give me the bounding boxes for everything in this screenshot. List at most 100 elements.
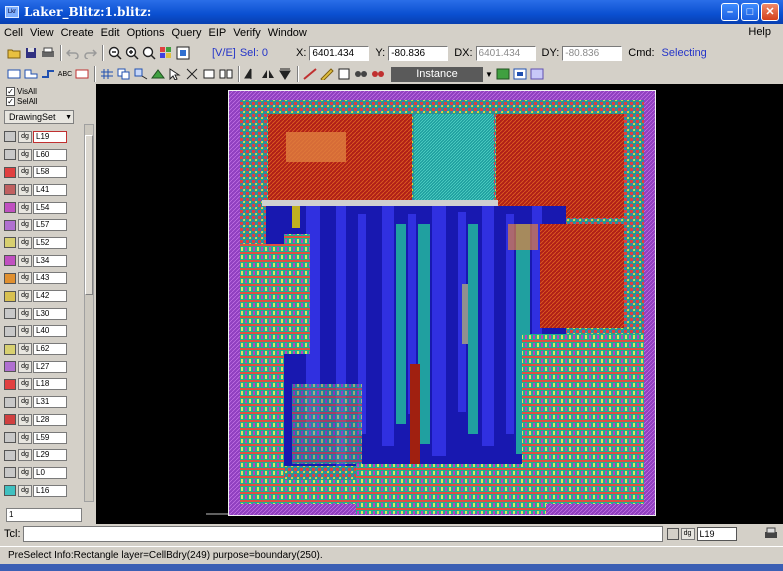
merge-icon[interactable] (201, 66, 217, 82)
layer-color-swatch[interactable] (4, 361, 16, 373)
layer-row[interactable]: dg L31 (4, 393, 82, 411)
layer-row[interactable]: dg L18 (4, 376, 82, 394)
layer-name[interactable]: L0 (33, 466, 67, 479)
layer-dg-button[interactable]: dg (18, 183, 32, 196)
layer-color-swatch[interactable] (4, 290, 16, 302)
layer-row[interactable]: dg L41 (4, 181, 82, 199)
rectangle-tool-icon[interactable] (6, 66, 22, 82)
layer-row[interactable]: dg L42 (4, 287, 82, 305)
grid-icon[interactable] (99, 66, 115, 82)
save-icon[interactable] (23, 45, 39, 61)
pin-tool-icon[interactable] (74, 66, 90, 82)
descend-icon[interactable] (512, 66, 528, 82)
layer-dg-button[interactable]: dg (18, 378, 32, 391)
layer-color-swatch[interactable] (4, 149, 16, 161)
layer-name[interactable]: L40 (33, 325, 67, 338)
layer-row[interactable]: dg L59 (4, 429, 82, 447)
layer-color-swatch[interactable] (4, 432, 16, 444)
flip-vertical-icon[interactable] (277, 66, 293, 82)
layer-color-swatch[interactable] (4, 202, 16, 214)
layer-row[interactable]: dg L54 (4, 199, 82, 217)
layer-color-swatch[interactable] (4, 414, 16, 426)
menu-help[interactable]: Help (748, 26, 771, 38)
selall-checkbox[interactable]: ✓ (6, 96, 15, 106)
layer-dg-button[interactable]: dg (18, 449, 32, 462)
layout-canvas[interactable] (96, 84, 783, 524)
close-button[interactable]: ✕ (761, 3, 779, 21)
chevron-down-icon[interactable]: ▼ (483, 66, 495, 82)
layer-color-swatch[interactable] (4, 219, 16, 231)
layer-color-swatch[interactable] (4, 184, 16, 196)
layer-dg-button[interactable]: dg (18, 130, 32, 143)
drawingset-dropdown[interactable]: DrawingSet ▼ (4, 110, 74, 124)
selall-row[interactable]: ✓ SelAll (6, 96, 86, 106)
maximize-button[interactable]: □ (741, 3, 759, 21)
layer-color-swatch[interactable] (4, 131, 16, 143)
layer-dg-button[interactable]: dg (18, 272, 32, 285)
layer-dg-button[interactable]: dg (18, 360, 32, 373)
find-next-icon[interactable] (370, 66, 386, 82)
layer-dg-button[interactable]: dg (18, 325, 32, 338)
layer-dg-button[interactable]: dg (18, 413, 32, 426)
clipboard-icon[interactable] (336, 66, 352, 82)
layer-name[interactable]: L30 (33, 307, 67, 320)
layer-dg-button[interactable]: dg (18, 396, 32, 409)
layer-name[interactable]: L28 (33, 413, 67, 426)
hierarchy-icon[interactable] (495, 66, 511, 82)
layer-name[interactable]: L62 (33, 343, 67, 356)
layer-row[interactable]: dg L43 (4, 270, 82, 288)
copy-icon[interactable] (116, 66, 132, 82)
current-layer-field[interactable]: L19 (696, 527, 737, 541)
layer-color-swatch[interactable] (4, 325, 16, 337)
minimize-button[interactable]: – (721, 3, 739, 21)
print-icon[interactable] (40, 45, 56, 61)
measure-icon[interactable] (302, 66, 318, 82)
layer-name[interactable]: L16 (33, 484, 67, 497)
layer-row[interactable]: dg L16 (4, 482, 82, 500)
layer-color-swatch[interactable] (4, 485, 16, 497)
menu-view[interactable]: View (30, 27, 54, 39)
layer-row[interactable]: dg L0 (4, 464, 82, 482)
menu-cell[interactable]: Cell (4, 27, 23, 39)
stretch-icon[interactable] (150, 66, 166, 82)
path-tool-icon[interactable] (40, 66, 56, 82)
layer-dg-button[interactable]: dg (18, 466, 32, 479)
layer-dg-button[interactable]: dg (18, 431, 32, 444)
zoom-in-icon[interactable] (124, 45, 140, 61)
ascend-icon[interactable] (529, 66, 545, 82)
split-icon[interactable] (218, 66, 234, 82)
text-tool-icon[interactable]: ABC (57, 66, 73, 82)
layer-dg-button[interactable]: dg (18, 343, 32, 356)
tcl-command-input[interactable] (22, 526, 663, 542)
layer-name[interactable]: L54 (33, 201, 67, 214)
layer-color-swatch[interactable] (4, 396, 16, 408)
move-icon[interactable] (133, 66, 149, 82)
layer-row[interactable]: dg L30 (4, 305, 82, 323)
scrollbar-thumb[interactable] (85, 135, 93, 295)
layers-icon[interactable] (158, 45, 174, 61)
open-folder-icon[interactable] (6, 45, 22, 61)
menu-create[interactable]: Create (61, 27, 94, 39)
layer-name[interactable]: L18 (33, 378, 67, 391)
visall-checkbox[interactable]: ✓ (6, 86, 15, 96)
layer-name[interactable]: L59 (33, 431, 67, 444)
layer-color-swatch[interactable] (4, 467, 16, 479)
layer-color-swatch[interactable] (4, 166, 16, 178)
menu-options[interactable]: Options (127, 27, 165, 39)
layer-name[interactable]: L43 (33, 272, 67, 285)
layer-row[interactable]: dg L29 (4, 446, 82, 464)
printer-icon[interactable] (763, 526, 779, 542)
layer-row[interactable]: dg L28 (4, 411, 82, 429)
cut-icon[interactable] (184, 66, 200, 82)
layer-row[interactable]: dg L34 (4, 252, 82, 270)
layer-row[interactable]: dg L58 (4, 163, 82, 181)
layer-color-swatch[interactable] (4, 272, 16, 284)
layer-scrollbar[interactable] (84, 124, 94, 502)
x-coordinate-field[interactable]: 6401.434 (309, 45, 370, 61)
layer-dg-button[interactable]: dg (18, 236, 32, 249)
visall-row[interactable]: ✓ VisAll (6, 86, 86, 96)
zoom-fit-icon[interactable] (141, 45, 157, 61)
current-layer-dg[interactable]: dg (680, 528, 695, 540)
layer-name[interactable]: L52 (33, 236, 67, 249)
layer-row[interactable]: dg L27 (4, 358, 82, 376)
